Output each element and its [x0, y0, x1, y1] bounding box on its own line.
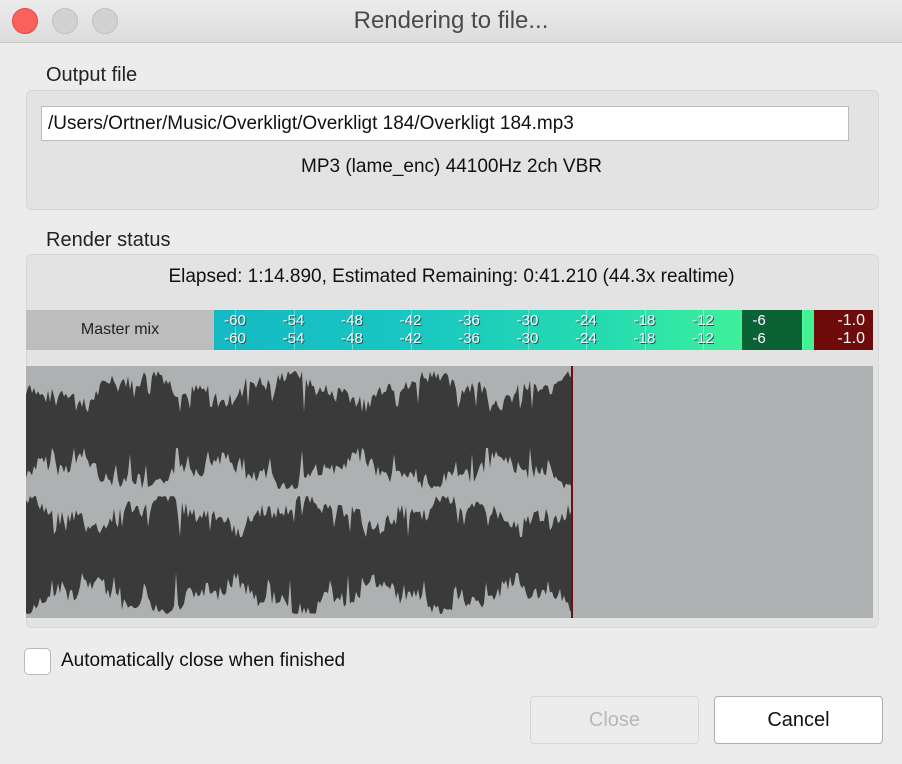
- cancel-button[interactable]: Cancel: [714, 696, 883, 744]
- meter-tick-mark: [235, 310, 236, 350]
- meter-tick-label: -6: [752, 312, 766, 329]
- peak-right-value: -1.0: [837, 330, 865, 347]
- meter-ticks: -60 -60 -54 -54 -48 -48 -42 -42 -36 -36 -30 -30 -24-…: [214, 310, 742, 350]
- title-bar: Rendering to file...: [0, 0, 902, 43]
- meter-peak-marker: [802, 310, 804, 350]
- waveform-channel-right: [26, 496, 572, 614]
- elapsed-status-text: Elapsed: 1:14.890, Estimated Remaining: …: [168, 266, 735, 287]
- meter-tick-mark: [527, 310, 529, 350]
- master-mix-meter: -60 -60 -54 -54 -48 -48 -42 -42 -36 -36 -30 -30 -24-…: [214, 310, 873, 350]
- close-button[interactable]: Close: [530, 696, 699, 744]
- meter-clip-zone: -1.0 -1.0: [814, 310, 873, 350]
- meter-green-zone: -6 -6: [742, 310, 804, 350]
- format-info: MP3 (lame_enc) 44100Hz 2ch VBR: [301, 156, 602, 177]
- output-path-input[interactable]: [41, 106, 849, 141]
- meter-tick-mark: [644, 310, 646, 350]
- auto-close-label[interactable]: Automatically close when finished: [61, 650, 345, 672]
- meter-tick-mark: [469, 310, 470, 350]
- meter-tick-mark: [352, 310, 353, 350]
- auto-close-checkbox[interactable]: [24, 648, 51, 675]
- output-file-heading: Output file: [46, 64, 138, 86]
- meter-tick-mark: [703, 310, 704, 350]
- render-status-heading: Render status: [46, 229, 171, 251]
- meter-tick-mark: [293, 310, 295, 350]
- waveform-channel-left: [26, 371, 572, 489]
- window-title: Rendering to file...: [353, 7, 549, 34]
- waveform-graphic: [26, 366, 573, 618]
- meter-tick-mark: [410, 310, 412, 350]
- meter-tick-mark: [586, 310, 587, 350]
- master-mix-label: Master mix: [26, 310, 214, 350]
- peak-left-value: -1.0: [837, 312, 865, 329]
- meter-tick-label: -6: [752, 330, 766, 347]
- render-waveform: [26, 366, 873, 618]
